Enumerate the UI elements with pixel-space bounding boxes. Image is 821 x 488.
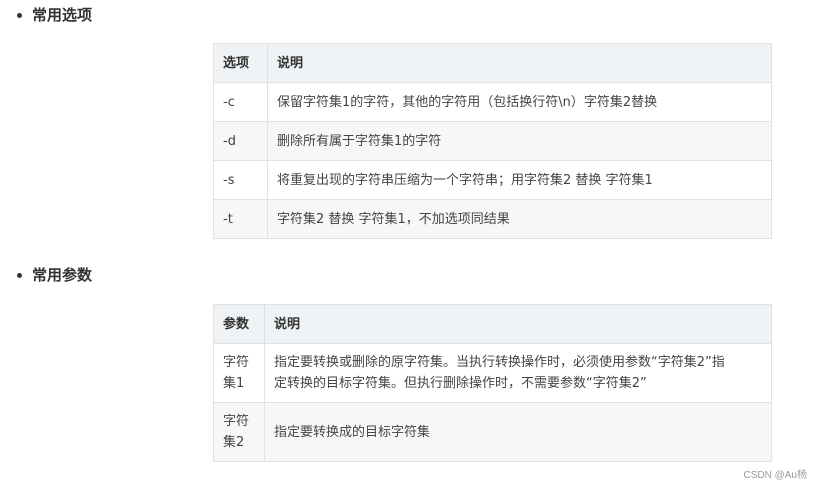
option-description: 将重复出现的字符串压缩为一个字符串；用字符集2 替换 字符集1 — [267, 160, 772, 200]
param-key: 字符 集1 — [213, 343, 265, 403]
param-key: 字符 集2 — [213, 402, 265, 462]
column-header-option: 选项 — [213, 43, 268, 83]
table-row: 字符 集2 指定要转换成的目标字符集 — [213, 402, 772, 462]
param-key-line: 集1 — [223, 376, 245, 391]
watermark: CSDN @Au杨 — [743, 470, 808, 481]
option-description: 字符集2 替换 字符集1，不加选项同结果 — [267, 199, 772, 239]
table-header-row: 选项 说明 — [213, 43, 772, 83]
table-row: 字符 集1 指定要转换或删除的原字符集。当执行转换操作时，必须使用参数“字符集2… — [213, 343, 772, 403]
section-heading-text: 常用选项 — [32, 6, 93, 24]
param-description: 指定要转换成的目标字符集 — [264, 402, 772, 462]
bullet-icon — [17, 272, 22, 278]
table-row: -t 字符集2 替换 字符集1，不加选项同结果 — [213, 199, 772, 239]
section-heading-options: 常用选项 — [17, 5, 92, 25]
param-key-line: 字符 — [223, 414, 250, 429]
section-heading-text: 常用参数 — [32, 266, 93, 284]
options-table: 选项 说明 -c 保留字符集1的字符，其他的字符用（包括换行符\n）字符集2替换… — [213, 43, 772, 239]
option-description: 删除所有属于字符集1的字符 — [267, 121, 772, 161]
param-description-line: 指定要转换或删除的原字符集。当执行转换操作时，必须使用参数“字符集2”指 — [274, 355, 725, 370]
table-row: -s 将重复出现的字符串压缩为一个字符串；用字符集2 替换 字符集1 — [213, 160, 772, 200]
param-description-line: 定转换的目标字符集。但执行删除操作时，不需要参数“字符集2” — [274, 376, 647, 391]
table-row: -d 删除所有属于字符集1的字符 — [213, 121, 772, 161]
table-header-row: 参数 说明 — [213, 304, 772, 344]
option-key: -c — [213, 82, 268, 122]
option-description: 保留字符集1的字符，其他的字符用（包括换行符\n）字符集2替换 — [267, 82, 772, 122]
column-header-param: 参数 — [213, 304, 265, 344]
column-header-description: 说明 — [267, 43, 772, 83]
param-description: 指定要转换或删除的原字符集。当执行转换操作时，必须使用参数“字符集2”指 定转换… — [264, 343, 772, 403]
option-key: -s — [213, 160, 268, 200]
params-table: 参数 说明 字符 集1 指定要转换或删除的原字符集。当执行转换操作时，必须使用参… — [213, 304, 772, 462]
table-row: -c 保留字符集1的字符，其他的字符用（包括换行符\n）字符集2替换 — [213, 82, 772, 122]
bullet-icon — [17, 12, 22, 18]
option-key: -d — [213, 121, 268, 161]
section-heading-params: 常用参数 — [17, 265, 92, 285]
option-key: -t — [213, 199, 268, 239]
column-header-description: 说明 — [264, 304, 772, 344]
param-key-line: 集2 — [223, 435, 245, 450]
param-key-line: 字符 — [223, 355, 250, 370]
